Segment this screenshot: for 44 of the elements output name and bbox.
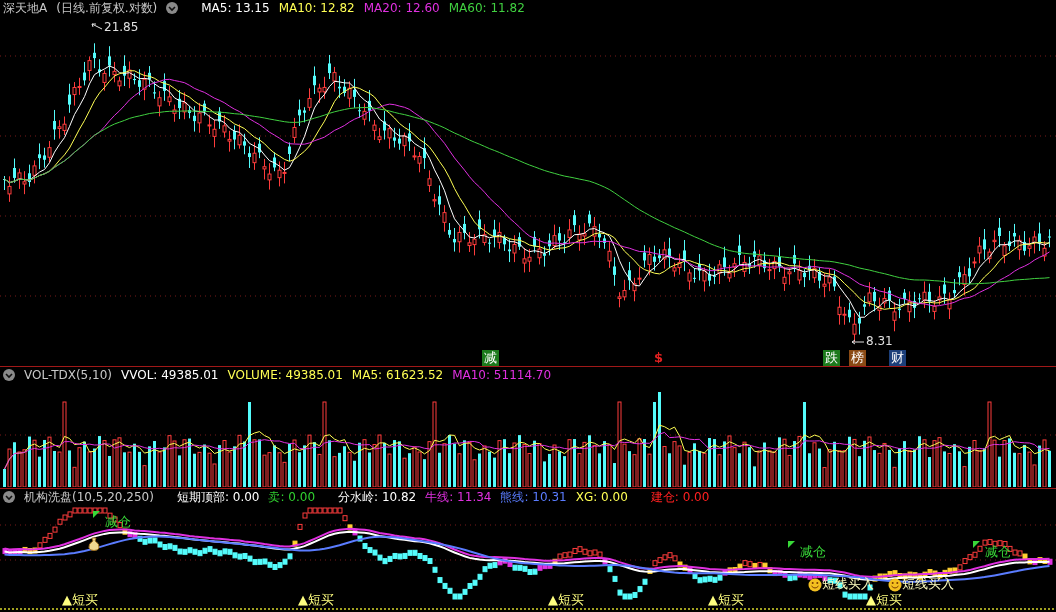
indicator-value: 短期顶部: 0.00 bbox=[176, 488, 260, 506]
indicator-value: XG: 0.00 bbox=[575, 490, 628, 504]
dropdown-icon[interactable] bbox=[3, 491, 15, 503]
stock-title: 深天地A bbox=[3, 0, 48, 17]
buy-signal-label: ▲短买 bbox=[866, 593, 902, 606]
indicator-value: 熊线: 10.31 bbox=[500, 488, 567, 506]
indicator-value: MA10: 12.82 bbox=[278, 1, 355, 15]
indicator-title: VOL-TDX(5,10) bbox=[24, 368, 113, 382]
indicator-value: VOLUME: 49385.01 bbox=[227, 368, 343, 382]
flag-icon bbox=[973, 541, 980, 548]
chart-marker: $ bbox=[653, 350, 665, 366]
dropdown-icon[interactable] bbox=[3, 369, 15, 381]
chart-marker: 减 bbox=[482, 350, 499, 366]
arrow-icon bbox=[91, 23, 103, 31]
indicator-value: 牛线: 11.34 bbox=[425, 488, 492, 506]
high-price-label: 21.85 bbox=[104, 21, 139, 34]
chart-marker: 财 bbox=[889, 350, 906, 366]
low-price-label: 8.31 bbox=[866, 335, 893, 348]
indicator-value: 卖: 0.00 bbox=[268, 488, 316, 506]
indicator-value: VVOL: 49385.01 bbox=[121, 368, 219, 382]
chart-marker: 跌 bbox=[823, 350, 840, 366]
indicator-value: MA20: 12.60 bbox=[363, 1, 440, 15]
arrow-icon bbox=[851, 339, 865, 345]
flag-icon bbox=[788, 541, 795, 548]
indicator-value: MA5: 13.15 bbox=[201, 1, 270, 15]
indicator-value: MA10: 51114.70 bbox=[452, 368, 552, 382]
indicator-value: MA5: 61623.52 bbox=[351, 368, 444, 382]
indicator-value: MA60: 11.82 bbox=[448, 1, 525, 15]
buy-signal-label: ▲短买 bbox=[298, 593, 334, 606]
money-bag-icon bbox=[88, 537, 100, 551]
dropdown-icon[interactable] bbox=[166, 2, 179, 14]
reduce-position-label: 减仓 bbox=[800, 545, 826, 558]
reduce-position-label: 减仓 bbox=[985, 545, 1011, 558]
flag-icon bbox=[93, 511, 100, 518]
smiley-icon bbox=[808, 578, 822, 592]
chart-period: (日线.前复权.对数) bbox=[56, 0, 158, 17]
buy-signal-label: ▲短买 bbox=[548, 593, 584, 606]
buy-signal-label: ▲短买 bbox=[708, 593, 744, 606]
smiley-icon bbox=[888, 578, 902, 592]
chart-marker: 榜 bbox=[849, 350, 866, 366]
indicator-value: 分水岭: 10.82 bbox=[338, 488, 417, 506]
indicator-title: 机构洗盘(10,5,20,250) bbox=[24, 488, 154, 506]
buy-signal-label: ▲短买 bbox=[62, 593, 98, 606]
indicator-value: 建仓: 0.00 bbox=[650, 488, 710, 506]
